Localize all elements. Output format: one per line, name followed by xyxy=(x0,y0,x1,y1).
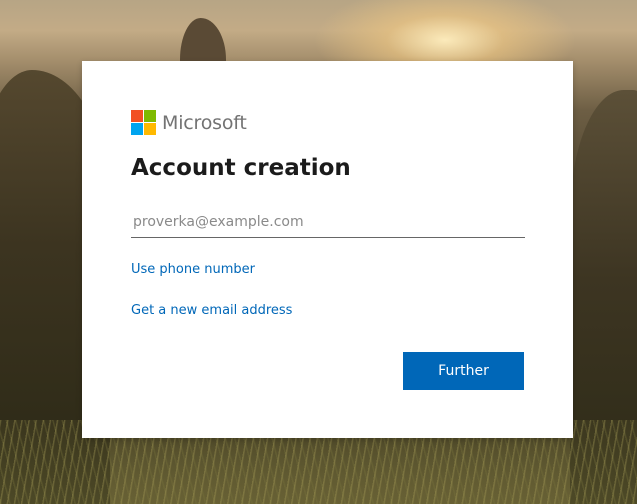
further-button[interactable]: Further xyxy=(403,352,524,390)
microsoft-logo-icon xyxy=(131,110,156,135)
microsoft-logo: Microsoft xyxy=(131,110,247,135)
sign-up-dialog: Microsoft Account creation Use phone num… xyxy=(82,61,573,438)
get-new-email-link[interactable]: Get a new email address xyxy=(131,303,292,318)
email-field[interactable] xyxy=(131,207,525,238)
logo-square-red xyxy=(131,110,143,122)
logo-square-yellow xyxy=(144,123,156,135)
brand-name: Microsoft xyxy=(162,111,247,134)
use-phone-number-link[interactable]: Use phone number xyxy=(131,262,255,277)
page-title: Account creation xyxy=(131,155,351,181)
logo-square-blue xyxy=(131,123,143,135)
logo-square-green xyxy=(144,110,156,122)
